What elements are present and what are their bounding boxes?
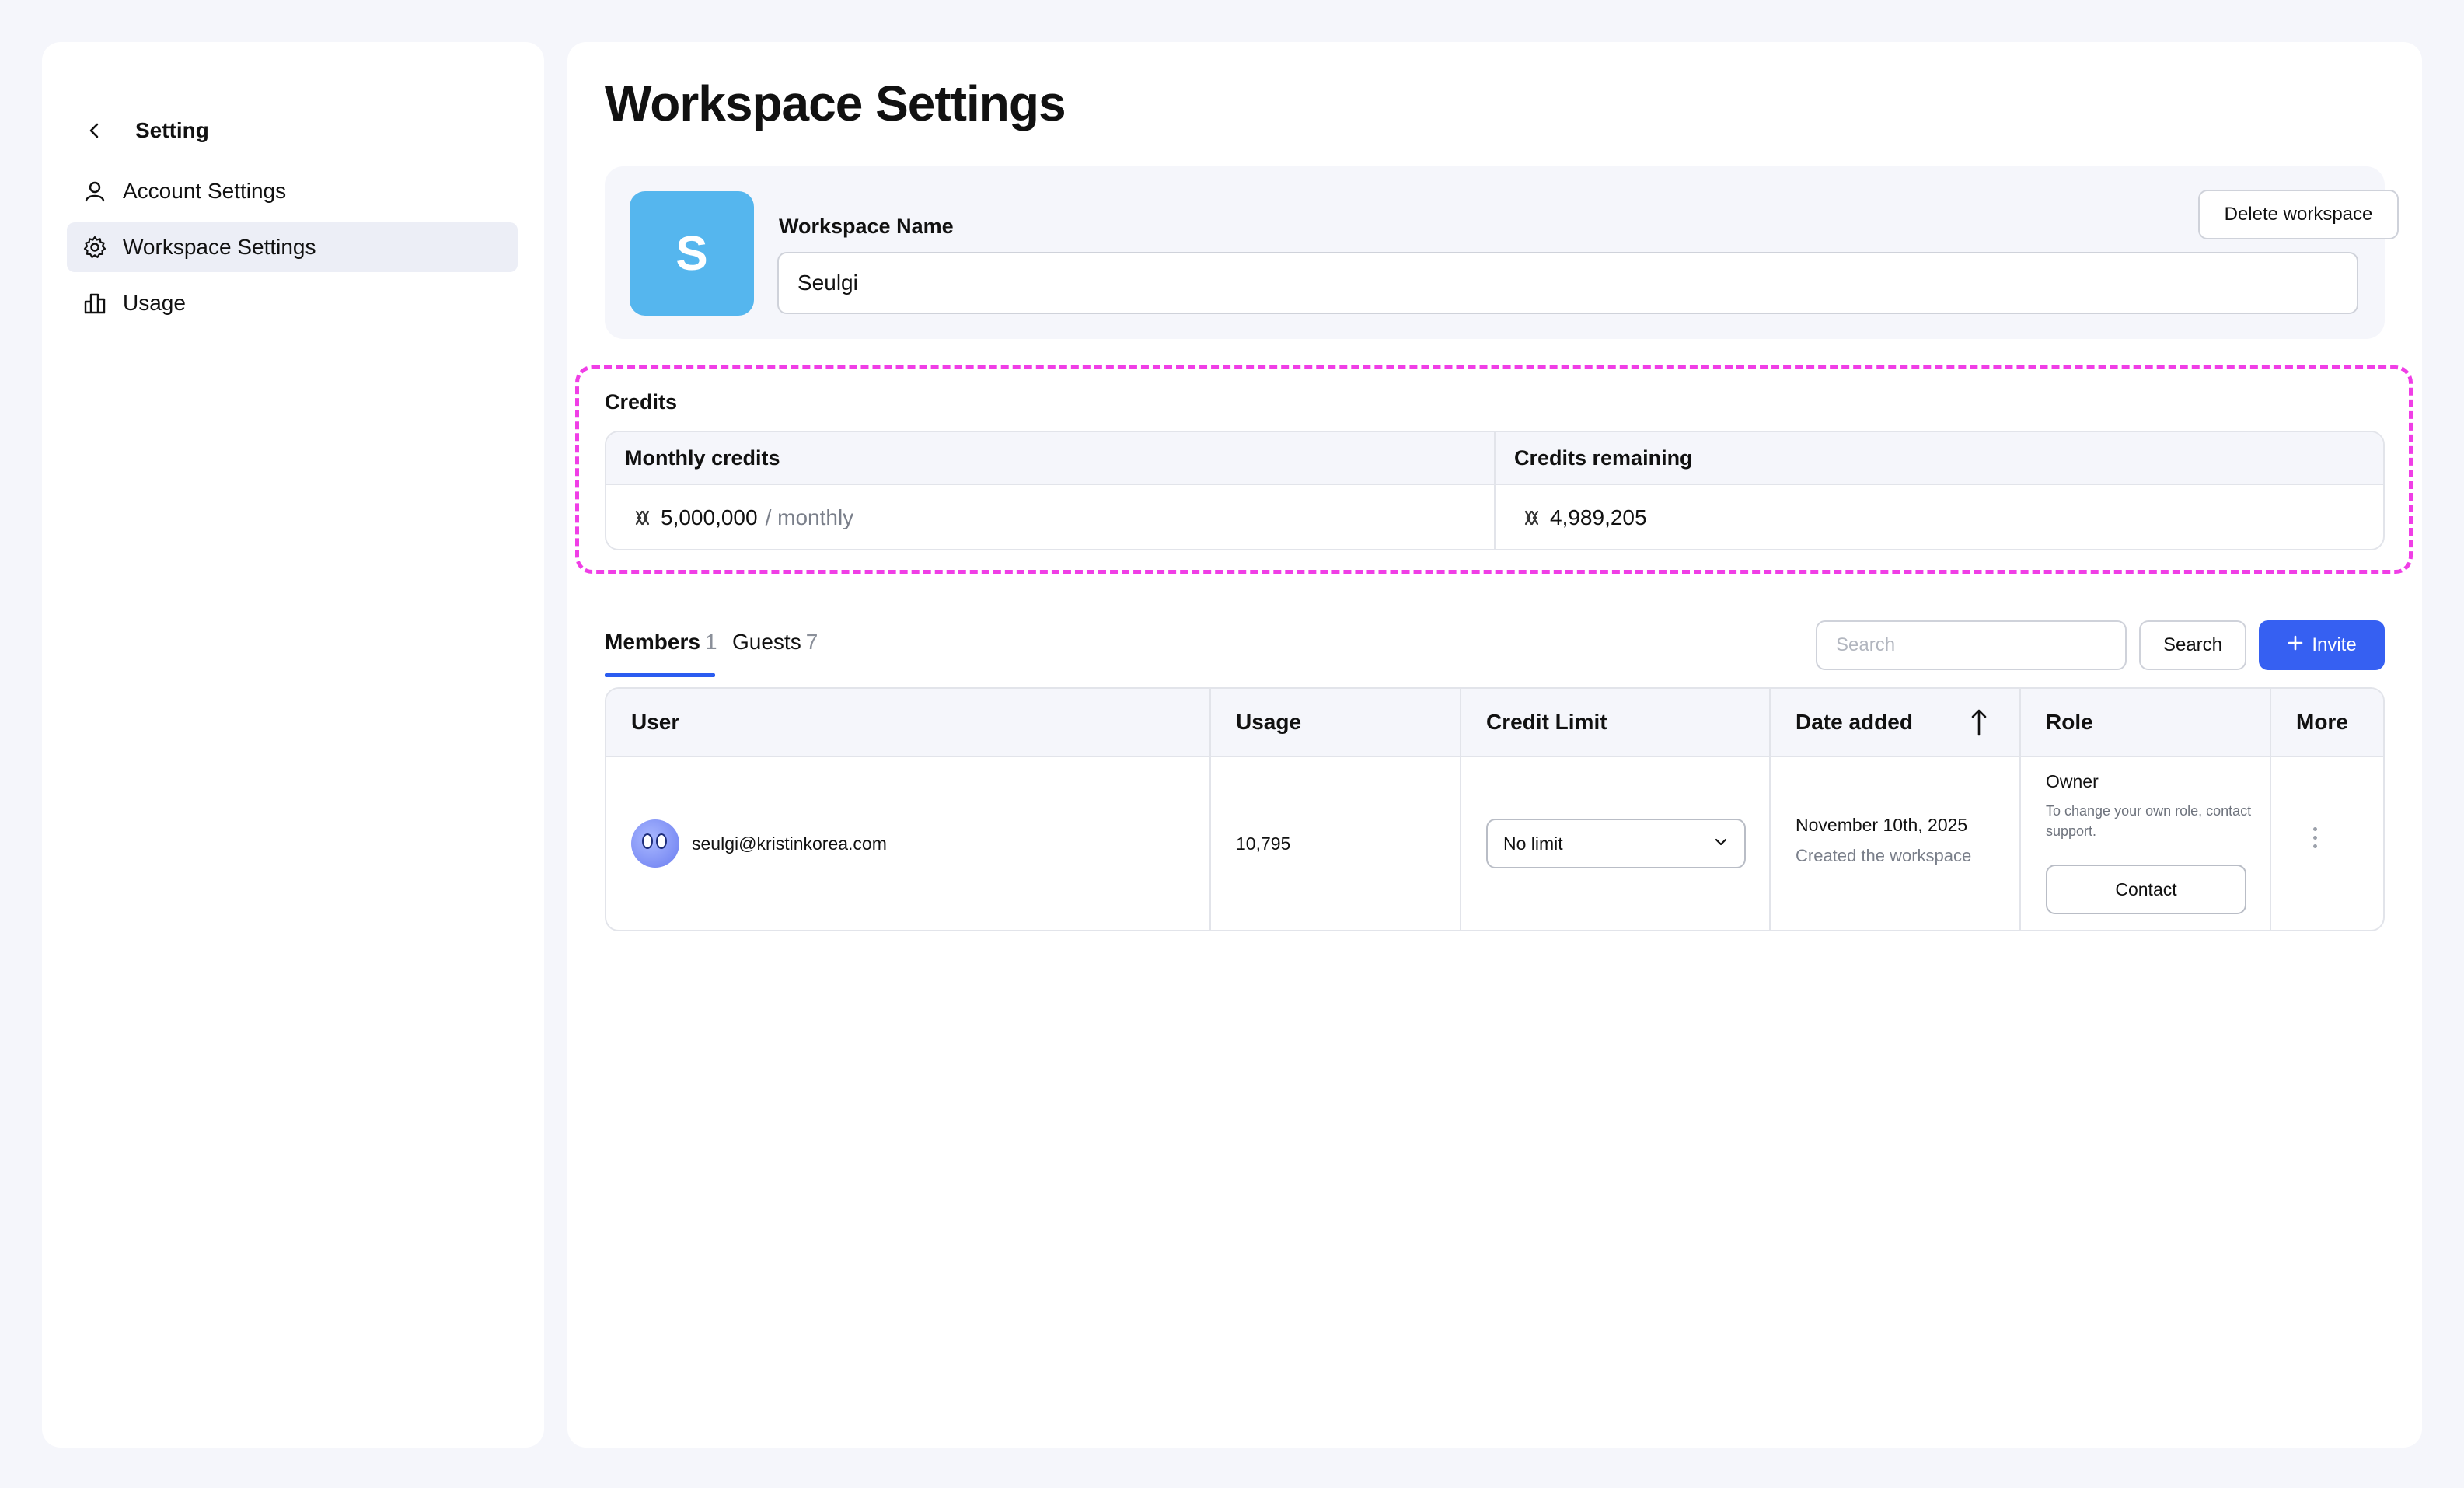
gear-icon [81,233,109,261]
search-input[interactable] [1816,620,2127,670]
credit-limit-select[interactable]: No limit [1486,819,1746,868]
search-button[interactable]: Search [2139,620,2246,670]
main-panel: Workspace Settings S Workspace Name Dele… [567,42,2422,1448]
column-date-added: Date added November 10th, 2025 Created t… [1771,689,2021,930]
credits-remaining-column: Credits remaining 4,989,205 [1496,432,2383,549]
role-note: To change your own role, contact support… [2046,803,2252,839]
more-options-icon[interactable] [2313,827,2317,848]
monthly-credits-value: 5,000,000 [661,505,758,529]
role-cell: Owner To change your own role, contact s… [2021,757,2270,930]
page-title: Workspace Settings [605,75,1066,131]
sidebar-item-usage[interactable]: Usage [67,278,518,328]
plus-icon [2287,634,2304,657]
tab-members[interactable]: Members 1 [605,630,717,655]
avatar [631,819,679,868]
sidebar-item-label: Workspace Settings [123,235,316,259]
table-row-user-cell: seulgi@kristinkorea.com [606,757,1209,930]
bar-chart-icon [81,289,109,317]
credit-limit-cell: No limit [1461,757,1769,930]
credit-icon [631,507,653,529]
user-email: seulgi@kristinkorea.com [692,833,887,854]
header-role[interactable]: Role [2021,689,2270,757]
header-more: More [2271,689,2383,757]
column-role: Role Owner To change your own role, cont… [2021,689,2271,930]
credits-remaining-value: 4,989,205 [1550,505,1647,529]
contact-button[interactable]: Contact [2046,865,2246,914]
credit-icon [1520,507,1542,529]
role-value: Owner [2046,771,2099,791]
sort-arrow-up-icon[interactable] [1970,707,1988,742]
tab-count: 7 [805,630,818,654]
credits-remaining-value-row: 4,989,205 [1496,485,2383,549]
sidebar-item-workspace-settings[interactable]: Workspace Settings [67,222,518,272]
sidebar-item-label: Account Settings [123,179,287,203]
column-user: User seulgi@kristinkorea.com [606,689,1211,930]
date-added-value: November 10th, 2025 [1796,815,1968,835]
credits-title: Credits [605,390,678,414]
header-date-added-label: Date added [1796,710,1913,734]
usage-value: 10,795 [1236,833,1291,854]
credit-limit-value: No limit [1503,833,1563,854]
workspace-name-label: Workspace Name [779,215,954,238]
tab-count: 1 [704,630,717,654]
column-usage: Usage 10,795 [1211,689,1461,930]
monthly-credits-column: Monthly credits 5,000,000 / monthly [606,432,1496,549]
workspace-name-input[interactable] [777,252,2358,314]
monthly-credits-value-row: 5,000,000 / monthly [606,485,1494,549]
tab-guests[interactable]: Guests 7 [732,630,818,655]
sidebar-item-account-settings[interactable]: Account Settings [67,166,518,216]
header-user[interactable]: User [606,689,1209,757]
invite-label: Invite [2312,634,2357,655]
sidebar: Setting Account Settings Workspace Setti… [42,42,544,1448]
tab-label: Guests [732,630,801,654]
chevron-down-icon [1713,833,1729,854]
monthly-credits-header: Monthly credits [606,432,1494,485]
tab-label: Members [605,630,700,654]
usage-cell: 10,795 [1211,757,1460,930]
workspace-avatar[interactable]: S [630,191,754,316]
user-icon [81,177,109,205]
column-more: More [2271,689,2383,930]
workspace-card: S Workspace Name Delete workspace [605,166,2399,339]
more-cell [2271,757,2383,930]
date-added-note: Created the workspace [1796,846,1972,865]
credits-table: Monthly credits 5,000,000 / monthly Cred… [605,431,2385,550]
sidebar-item-label: Usage [123,291,186,315]
column-credit-limit: Credit Limit No limit [1461,689,1771,930]
sidebar-header: Setting [81,117,209,145]
credits-remaining-header: Credits remaining [1496,432,2383,485]
members-table: User seulgi@kristinkorea.com Usage 10,79… [605,687,2385,931]
invite-button[interactable]: Invite [2259,620,2385,670]
header-credit-limit[interactable]: Credit Limit [1461,689,1769,757]
header-date-added[interactable]: Date added [1771,689,2019,757]
monthly-credits-suffix: / monthly [765,505,854,529]
date-added-cell: November 10th, 2025 Created the workspac… [1771,757,2019,930]
delete-workspace-button[interactable]: Delete workspace [2198,190,2399,239]
active-tab-indicator [605,673,715,677]
sidebar-title: Setting [135,118,209,142]
header-usage[interactable]: Usage [1211,689,1460,757]
back-icon[interactable] [81,117,109,145]
